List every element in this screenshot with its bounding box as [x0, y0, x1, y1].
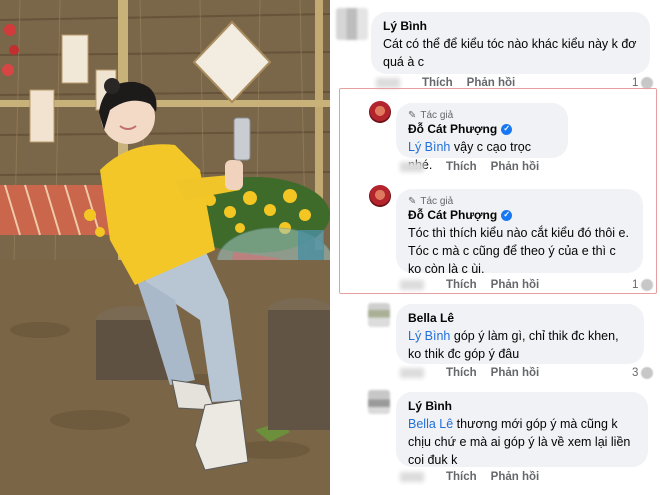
reply-button[interactable]: Phản hồi [491, 161, 540, 173]
author-name-row[interactable]: Đỗ Cát Phượng ✓ [408, 122, 556, 136]
pencil-icon: ✎ [408, 196, 417, 207]
reaction-count[interactable]: 3 [632, 367, 654, 379]
commenter-name[interactable]: Bella Lê [408, 311, 632, 325]
author-tag: ✎ Tác giả [408, 110, 556, 121]
comment-actions: Thích Phản hồi [400, 367, 553, 379]
commenter-name[interactable]: Lý Bình [383, 19, 638, 33]
commenter-avatar[interactable] [368, 303, 390, 327]
comment-text: Lý Bình góp ý làm gì, chỉ thik đc khen, … [408, 327, 632, 363]
commenter-name[interactable]: Lý Bình [408, 399, 636, 413]
timestamp [400, 162, 424, 172]
pencil-icon: ✎ [408, 110, 417, 121]
timestamp [400, 280, 424, 290]
timestamp [400, 472, 424, 482]
author-name[interactable]: Đỗ Cát Phượng [408, 208, 497, 222]
author-name-row[interactable]: Đỗ Cát Phượng ✓ [408, 208, 631, 222]
reply-button[interactable]: Phản hồi [491, 279, 540, 291]
comment-text: Tóc thì thích kiểu nào cắt kiểu đó thôi … [408, 226, 629, 276]
author-name[interactable]: Đỗ Cát Phượng [408, 122, 497, 136]
reaction-icon [641, 367, 654, 379]
timestamp [376, 78, 400, 88]
verified-badge-icon: ✓ [501, 209, 513, 221]
comment-bubble: Bella Lê Lý Bình góp ý làm gì, chỉ thik … [396, 304, 644, 364]
comment-bubble: Lý Bình Bella Lê thương mới góp ý mà cũn… [396, 392, 648, 467]
reaction-count[interactable]: 1 [632, 279, 654, 291]
verified-badge-icon: ✓ [501, 123, 513, 135]
reaction-icon [641, 279, 654, 291]
post-photo [0, 0, 330, 495]
author-tag: ✎ Tác giả [408, 196, 631, 207]
reply-button[interactable]: Phản hồi [491, 471, 540, 483]
like-button[interactable]: Thích [446, 471, 477, 483]
author-avatar[interactable] [369, 101, 391, 123]
author-tag-label: Tác giả [420, 110, 454, 121]
mention-link[interactable]: Lý Bình [408, 329, 450, 343]
like-button[interactable]: Thích [446, 161, 477, 173]
comment-text: Bella Lê thương mới góp ý mà cũng k chịu… [408, 415, 636, 469]
timestamp [400, 368, 424, 378]
author-avatar[interactable] [369, 185, 391, 207]
reply-button[interactable]: Phản hồi [491, 367, 540, 379]
comment-actions: Thích Phản hồi [400, 161, 553, 173]
author-reply-bubble: ✎ Tác giả Đỗ Cát Phượng ✓ Tóc thì thích … [396, 189, 643, 276]
reaction-count-number: 3 [632, 367, 639, 379]
mention-link[interactable]: Lý Bình [408, 140, 450, 154]
woman-sitting-photo [0, 0, 330, 495]
comment-text: Cát có thể để kiểu tóc nào khác kiểu này… [383, 37, 637, 69]
comment-bubble: Lý Bình Cát có thể để kiểu tóc nào khác … [371, 12, 650, 74]
comment-actions: Thích Phản hồi [400, 279, 553, 291]
like-button[interactable]: Thích [446, 279, 477, 291]
author-reply-bubble: ✎ Tác giả Đỗ Cát Phượng ✓ Lý Bình vậy c … [396, 103, 568, 172]
commenter-avatar[interactable] [368, 390, 390, 414]
author-tag-label: Tác giả [420, 196, 454, 207]
comment-actions: Thích Phản hồi [400, 471, 553, 483]
commenter-avatar[interactable] [336, 8, 368, 40]
like-button[interactable]: Thích [446, 367, 477, 379]
reaction-count-number: 1 [632, 279, 639, 291]
mention-link[interactable]: Bella Lê [408, 417, 453, 431]
